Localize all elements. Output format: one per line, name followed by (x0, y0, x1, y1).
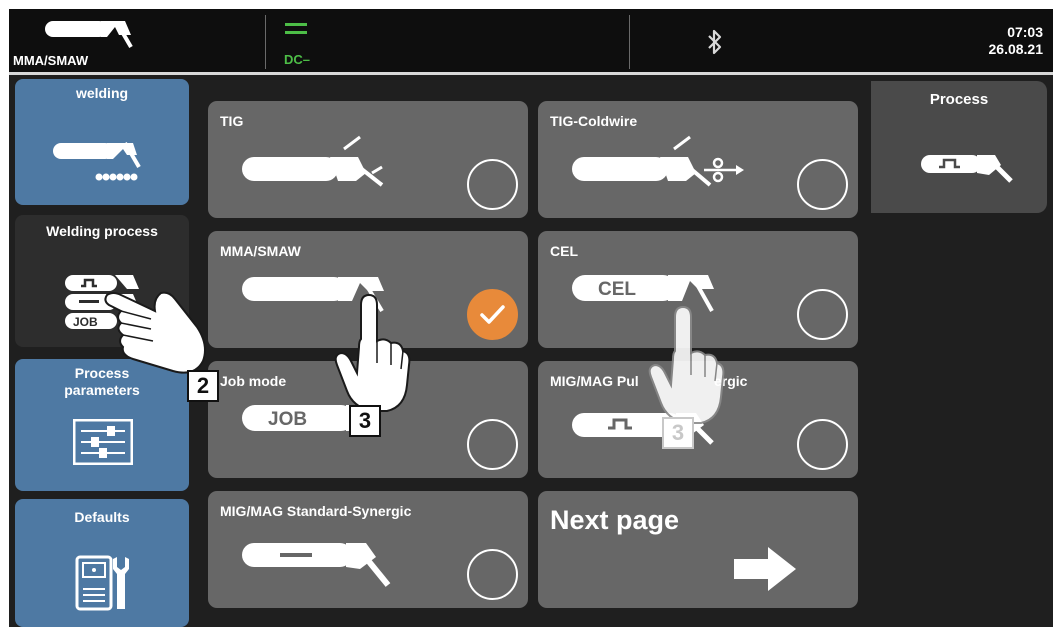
date-text: 26.08.21 (988, 41, 1044, 57)
tile-label: Job mode (220, 373, 287, 389)
radio-job-mode[interactable] (467, 419, 518, 470)
callout-number: 3 (349, 405, 381, 437)
divider (265, 15, 266, 69)
sidebar-item-welding[interactable]: welding (15, 79, 189, 205)
callout-number: 2 (187, 370, 219, 402)
status-bar: MMA/SMAW DC– 07:03 26.08.21 (9, 9, 1053, 75)
cel-icon-text: CEL (598, 279, 636, 300)
welder-screen: MMA/SMAW DC– 07:03 26.08.21 welding Weld… (9, 9, 1053, 627)
radio-tig[interactable] (467, 159, 518, 210)
tile-label: MMA/SMAW (220, 243, 301, 259)
tile-mig-mag-standard-synergic[interactable]: MIG/MAG Standard-Synergic (208, 491, 528, 608)
hand-pointer-icon (334, 293, 411, 412)
mma-electrode-icon (45, 21, 133, 49)
tile-label: CEL (550, 243, 578, 259)
machine-wrench-icon (75, 555, 129, 611)
hand-pointer-icon (648, 305, 725, 424)
dc-icon (285, 23, 307, 34)
tile-label: MIG/MAG Standard-Synergic (220, 503, 412, 519)
tile-label: TIG (220, 113, 244, 129)
radio-cel[interactable] (797, 289, 848, 340)
status-bar-rule (9, 72, 1053, 75)
clock: 07:03 26.08.21 (989, 24, 1044, 58)
next-page-button[interactable]: Next page (538, 491, 858, 608)
pulse-torch-icon (921, 155, 1013, 183)
radio-mig-mag-standard-synergic[interactable] (467, 549, 518, 600)
radio-mig-mag-pulse-synergic[interactable] (797, 419, 848, 470)
hand-pointer-icon (104, 291, 206, 374)
arrow-right-icon (734, 547, 796, 591)
tile-label: TIG-Coldwire (550, 113, 638, 129)
tile-label: MIG/MAG Pul (550, 373, 639, 389)
radio-tig-coldwire[interactable] (797, 159, 848, 210)
mode-label: MMA/SMAW (13, 53, 89, 68)
welding-electrode-icon (53, 141, 141, 181)
time-text: 07:03 (1007, 24, 1043, 40)
divider (629, 15, 630, 69)
checkmark-icon (480, 305, 505, 324)
job-mini-text: JOB (73, 315, 98, 329)
tile-tig[interactable]: TIG (208, 101, 528, 218)
process-panel: Process (871, 81, 1047, 213)
standard-torch-icon (242, 543, 391, 587)
process-panel-title: Process (929, 91, 989, 108)
tile-tig-coldwire[interactable]: TIG-Coldwire (538, 101, 858, 218)
process-grid: TIG TIG-Coldwire MMA/SMAW CEL CEL Job mo… (192, 81, 874, 627)
current-type-label: DC– (284, 52, 311, 67)
radio-mma-smaw[interactable] (467, 289, 518, 340)
tig-torch-icon (242, 135, 384, 187)
sidebar-item-label: Welding process (46, 223, 158, 239)
callout-number: 3 (662, 417, 694, 449)
job-icon-text: JOB (268, 409, 307, 430)
sidebar-item-defaults[interactable]: Defaults (15, 499, 189, 627)
next-page-label: Next page (550, 505, 680, 535)
sidebar-item-label: welding (75, 85, 129, 101)
bluetooth-icon[interactable] (707, 29, 723, 55)
tig-coldwire-icon (572, 135, 744, 187)
sidebar-item-label: Defaults (74, 509, 130, 525)
sliders-icon (73, 419, 133, 465)
